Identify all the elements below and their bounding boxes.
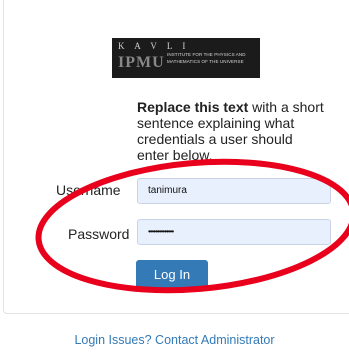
kavli-ipmu-logo: K A V L I IPMU INSTITUTE FOR THE PHYSICS… <box>112 38 260 78</box>
login-button[interactable]: Log In <box>136 260 208 289</box>
username-field[interactable]: tanimura <box>137 178 331 204</box>
logo-line-1: INSTITUTE FOR THE PHYSICS AND <box>167 52 246 57</box>
logo-mark: IPMU <box>118 54 165 71</box>
username-label: Username <box>56 182 121 198</box>
intro-bold: Replace this text <box>137 99 249 115</box>
contact-admin-link[interactable]: Login Issues? Contact Administrator <box>0 333 349 347</box>
logo-line-2: MATHEMATICS OF THE UNIVERSE <box>167 59 244 64</box>
intro-text: Replace this text with a short sentence … <box>137 99 327 163</box>
logo-letters: K A V L I <box>118 41 190 51</box>
password-label: Password <box>68 226 130 242</box>
password-field[interactable]: •••••••••••••• <box>137 219 331 245</box>
